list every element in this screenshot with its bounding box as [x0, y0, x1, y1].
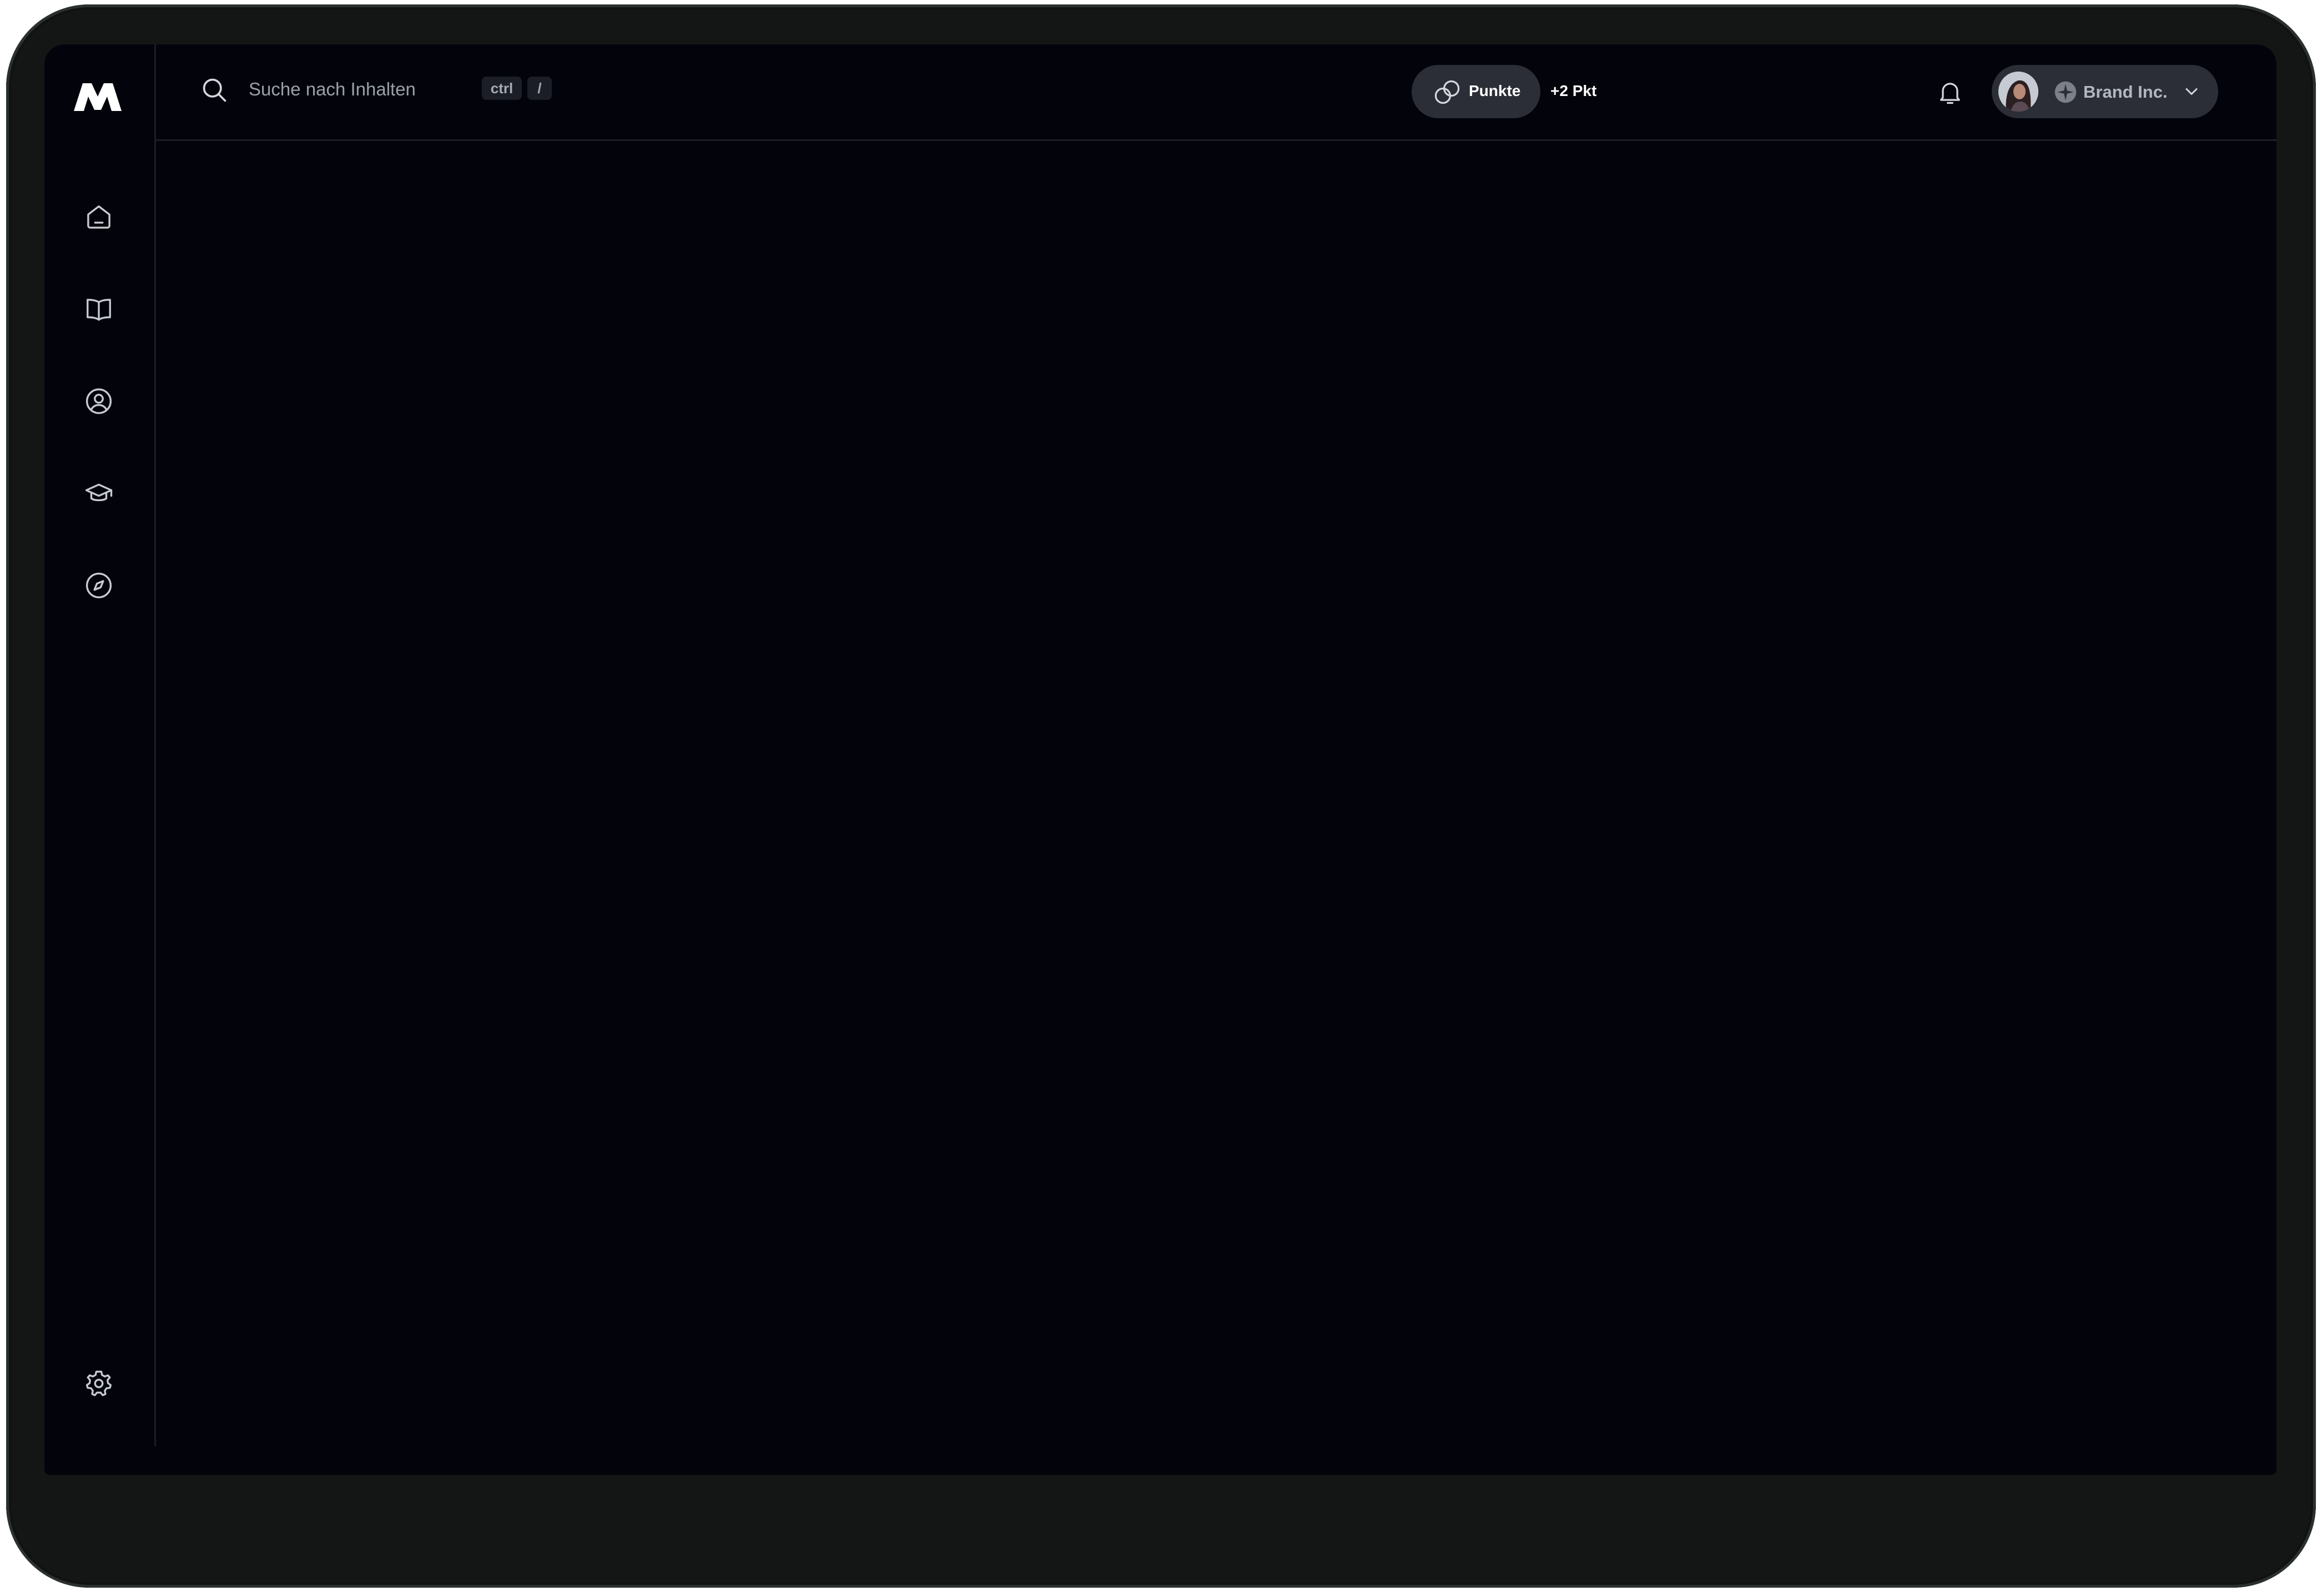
user-circle-icon[interactable] — [84, 386, 114, 416]
compass-icon[interactable] — [84, 570, 114, 600]
avatar[interactable] — [1998, 72, 2038, 112]
coins-icon — [1434, 80, 1460, 104]
account-name: Brand Inc. — [2083, 82, 2168, 102]
graduation-cap-icon[interactable] — [84, 478, 114, 508]
book-open-icon[interactable] — [84, 294, 114, 324]
shortcut-key-ctrl: ctrl — [482, 77, 522, 100]
home-icon[interactable] — [84, 202, 114, 232]
brand-star-icon — [2054, 81, 2077, 103]
search-input[interactable]: Suche nach Inhalten — [249, 78, 416, 101]
shortcut-key-slash: / — [527, 77, 552, 100]
sidebar — [44, 44, 156, 1446]
device-frame: Suche nach Inhalten ctrl / Punkte +2 Pkt — [6, 4, 2316, 1588]
gear-icon[interactable] — [84, 1368, 114, 1398]
account-switcher[interactable]: Brand Inc. — [1992, 65, 2218, 118]
chevron-down-icon — [2185, 88, 2198, 95]
top-bar: Suche nach Inhalten ctrl / Punkte +2 Pkt — [154, 44, 2276, 141]
bell-icon[interactable] — [1936, 78, 1965, 107]
avatar-photo — [1998, 72, 2038, 112]
search-icon[interactable] — [200, 75, 229, 104]
app-screen: Suche nach Inhalten ctrl / Punkte +2 Pkt — [44, 44, 2276, 1475]
points-button[interactable]: Punkte — [1412, 65, 1540, 118]
points-label: Punkte — [1469, 82, 1521, 99]
main-content — [156, 141, 2276, 1475]
points-delta: +2 Pkt — [1550, 82, 1597, 99]
m-logo-icon[interactable] — [72, 80, 124, 113]
